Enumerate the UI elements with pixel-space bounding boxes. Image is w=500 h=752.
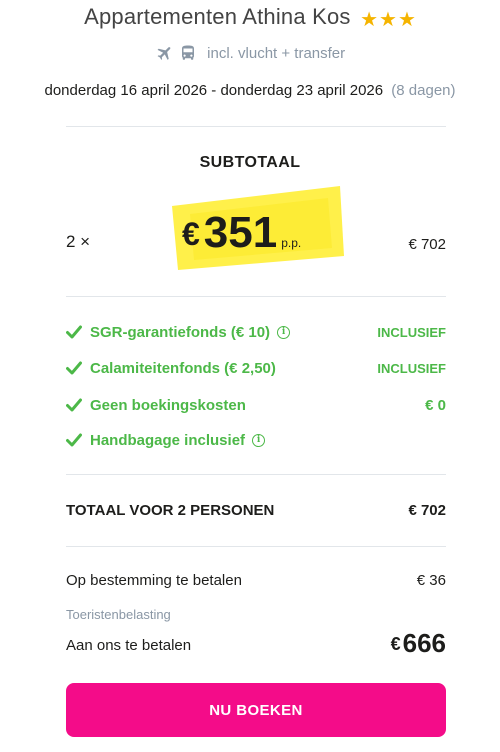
star-icon: ★ — [397, 9, 416, 31]
book-now-button[interactable]: NU BOEKEN — [66, 683, 446, 737]
bus-icon — [179, 45, 201, 62]
destination-payment-value: € 36 — [416, 572, 446, 589]
pay-now-amount: €666 — [391, 628, 446, 659]
hotel-title: Appartementen Athina Kos — [84, 4, 351, 29]
subtotal-heading: SUBTOTAAL — [199, 154, 301, 171]
feature-label: Handbagage inclusief — [90, 431, 246, 449]
pay-now-label: Aan ons te betalen — [66, 637, 192, 654]
airplane-icon — [155, 45, 179, 62]
total-label: TOTAAL VOOR 2 PERSONEN — [66, 502, 275, 519]
divider — [66, 126, 446, 127]
star-rating: ★★★ — [359, 7, 416, 32]
price-currency: € — [182, 216, 200, 252]
info-icon[interactable]: i — [277, 325, 291, 339]
star-icon: ★ — [379, 9, 397, 31]
check-icon — [66, 361, 82, 375]
date-range: donderdag 16 april 2026 - donderdag 23 a… — [44, 82, 384, 99]
check-icon — [66, 433, 82, 447]
trip-duration: (8 dagen) — [391, 82, 456, 99]
info-icon[interactable]: i — [252, 433, 266, 447]
travel-dates: donderdag 16 april 2026 - donderdag 23 a… — [0, 82, 500, 99]
pay-currency: € — [390, 634, 401, 654]
hotel-title-row: Appartementen Athina Kos ★★★ — [0, 4, 500, 32]
feature-label: SGR-garantiefonds (€ 10) — [90, 323, 271, 341]
feature-calamity-fund: Calamiteitenfonds (€ 2,50) INCLUSIEF — [66, 357, 446, 379]
line-total: € 702 — [408, 236, 446, 253]
divider — [66, 474, 446, 475]
feature-value: INCLUSIEF — [377, 324, 446, 340]
destination-payment-label: Op bestemming te betalen — [66, 572, 242, 589]
total-value: € 702 — [408, 502, 446, 519]
feature-sgr-fund: SGR-garantiefonds (€ 10) i INCLUSIEF — [66, 321, 446, 343]
check-icon — [66, 398, 82, 412]
included-services: incl. vlucht + transfer — [0, 44, 500, 62]
pay-amount: 666 — [402, 628, 446, 658]
price-suffix: p.p. — [281, 236, 302, 250]
feature-value: INCLUSIEF — [377, 360, 446, 376]
divider — [66, 546, 446, 547]
feature-hand-luggage: Handbagage inclusief i — [66, 429, 446, 451]
feature-label: Geen boekingskosten — [90, 396, 246, 414]
feature-label: Calamiteitenfonds (€ 2,50) — [90, 359, 276, 377]
check-icon — [66, 325, 82, 339]
star-icon: ★ — [360, 9, 379, 31]
divider — [66, 296, 446, 297]
price-per-person: €351 p.p. — [168, 186, 344, 270]
tourist-tax-note: Toeristenbelasting — [66, 607, 171, 622]
included-text: incl. vlucht + transfer — [207, 45, 346, 62]
feature-value: € 0 — [425, 396, 446, 414]
feature-no-booking-fee: Geen boekingskosten € 0 — [66, 394, 446, 416]
price-amount: 351 — [203, 208, 278, 257]
traveler-quantity: 2 × — [66, 232, 91, 251]
